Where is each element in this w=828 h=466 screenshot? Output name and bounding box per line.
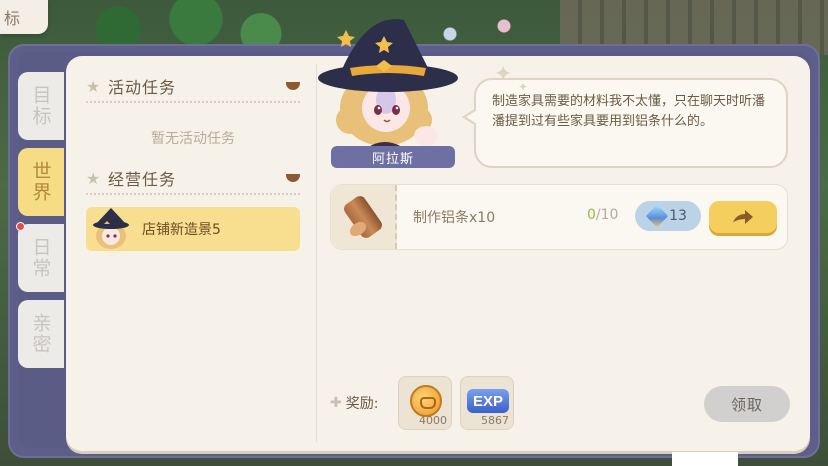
- activity-section-title: 活动任务: [108, 78, 177, 97]
- material-slot: [331, 185, 397, 249]
- sparkle-icon: ✦: [518, 80, 529, 94]
- aluminum-bar-icon: [341, 193, 385, 241]
- npc-name-tag: 阿拉斯: [331, 146, 455, 168]
- exp-icon: EXP: [467, 389, 509, 413]
- collapse-icon[interactable]: [286, 174, 300, 182]
- reward-exp[interactable]: EXP 5867: [460, 376, 514, 430]
- activity-section-header[interactable]: ★ 活动任务: [86, 72, 304, 100]
- plus-icon: ✚: [330, 395, 342, 411]
- tab-intimacy[interactable]: 亲密: [18, 300, 64, 368]
- background-foliage: [40, 0, 300, 48]
- corner-tab[interactable]: 标: [0, 0, 48, 34]
- skip-cost-value: 13: [669, 208, 687, 224]
- reward-label: ✚ 奖励:: [330, 395, 379, 412]
- go-button[interactable]: [709, 201, 777, 233]
- star-icon: ★: [86, 168, 101, 188]
- collapse-icon[interactable]: [286, 82, 300, 90]
- category-tabs: 目标 世界 日常 亲密: [16, 72, 66, 376]
- reward-coin-qty: 4000: [419, 414, 447, 427]
- tab-goal-label: 目标: [29, 85, 52, 127]
- notification-dot: [16, 222, 25, 231]
- npc-name: 阿拉斯: [371, 151, 414, 167]
- npc-dialog-text: 制造家具需要的材料我不太懂，只在聊天时听潘潘提到过有些家具要用到铝条什么的。: [492, 94, 766, 129]
- tab-world[interactable]: 世界: [18, 148, 64, 216]
- tab-intimacy-label: 亲密: [29, 313, 52, 355]
- task-progress: 0/10: [587, 207, 619, 223]
- business-section-title: 经营任务: [108, 170, 177, 189]
- business-task-label: 店铺新造景5: [142, 222, 221, 238]
- business-section-header[interactable]: ★ 经营任务: [86, 164, 304, 192]
- claim-button-label: 领取: [730, 395, 763, 414]
- skip-cost-button[interactable]: 13: [635, 201, 701, 231]
- npc-portrait: [306, 8, 466, 158]
- reward-exp-qty: 5867: [481, 414, 509, 427]
- coin-icon: [410, 385, 442, 417]
- diamond-icon: [645, 204, 669, 228]
- arrow-right-icon: [733, 210, 753, 224]
- business-task-item[interactable]: 店铺新造景5: [86, 207, 300, 251]
- star-icon: ★: [86, 76, 101, 96]
- reward-coin[interactable]: 4000: [398, 376, 452, 430]
- divider: [86, 101, 300, 103]
- activity-empty-text: 暂无活动任务: [151, 131, 235, 147]
- tab-world-label: 世界: [29, 161, 52, 203]
- tab-daily[interactable]: 日常: [16, 222, 64, 292]
- npc-avatar: [88, 206, 134, 252]
- task-name: 制作铝条x10: [413, 210, 496, 226]
- sparkle-icon: ✦: [494, 62, 513, 87]
- tab-goal[interactable]: 目标: [18, 72, 64, 140]
- corner-tab-label: 标: [4, 9, 21, 28]
- claim-button[interactable]: 领取: [704, 386, 790, 422]
- divider: [86, 193, 300, 195]
- task-row: 制作铝条x10 0/10 13: [330, 184, 788, 250]
- tab-daily-label: 日常: [29, 237, 52, 279]
